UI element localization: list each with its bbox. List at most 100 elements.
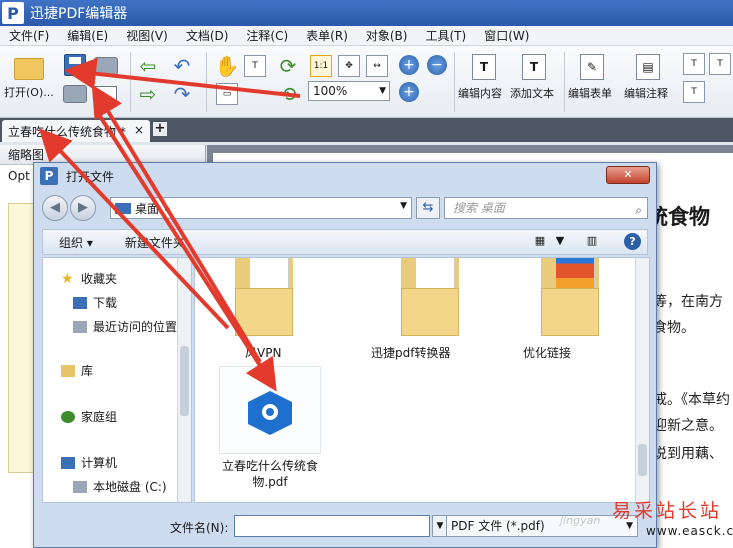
menu-edit[interactable]: 编辑(E) (58, 27, 117, 44)
view-options-icon[interactable]: ▦ (531, 234, 549, 250)
print-small-button[interactable] (62, 82, 88, 106)
refresh-button[interactable]: ⇆ (416, 197, 440, 219)
menu-document[interactable]: 文档(D) (177, 27, 238, 44)
snapshot-button[interactable]: ▭ (214, 82, 240, 106)
print-button[interactable] (92, 54, 120, 78)
arrow-right-icon: ▶ (78, 200, 88, 215)
select-tool-button[interactable]: T (242, 54, 268, 78)
edit-form-label[interactable]: 编辑表单 (568, 85, 612, 101)
edit-content-label[interactable]: 编辑内容 (458, 85, 502, 101)
zoom-in-button[interactable]: + (398, 54, 420, 76)
rotate-ccw-button[interactable]: ⟲ (276, 82, 300, 106)
fit-page-button[interactable]: ✥ (336, 54, 362, 78)
menu-view[interactable]: 视图(V) (117, 27, 177, 44)
folder-optimize[interactable] (535, 258, 607, 340)
menu-window[interactable]: 窗口(W) (475, 27, 538, 44)
folder-label[interactable]: 风VPN (245, 344, 281, 361)
filename-input[interactable] (234, 515, 430, 537)
fit-width-button[interactable]: ↔ (364, 54, 390, 78)
edit-annotation-button[interactable]: ▤ (634, 52, 662, 82)
add-text-button[interactable]: T (520, 52, 548, 82)
new-tab-button[interactable]: + (153, 122, 167, 136)
scrollbar-thumb[interactable] (180, 346, 189, 416)
folder-label[interactable]: 优化链接 (523, 344, 571, 361)
actual-size-button[interactable]: 1:1 (308, 54, 334, 78)
text-tool-button[interactable]: T (708, 52, 732, 76)
fit-width-icon: ↔ (366, 55, 388, 77)
text-box-icon: T (683, 53, 705, 75)
menu-tools[interactable]: 工具(T) (416, 27, 475, 44)
zoom-add-button[interactable]: + (398, 81, 420, 103)
document-tab-title: 立春吃什么传统食物 * (8, 124, 126, 139)
actual-size-icon: 1:1 (310, 55, 332, 77)
search-input[interactable]: 搜索 桌面 ⌕ (444, 197, 648, 219)
chevron-down-icon[interactable]: ▼ (400, 201, 407, 211)
menu-file[interactable]: 文件(F) (0, 27, 58, 44)
nav-forward-button[interactable]: ▶ (70, 195, 96, 221)
pdf-file-name[interactable]: 立春吃什么传统食 物.pdf (207, 458, 333, 490)
fit-page-icon: ✥ (338, 55, 360, 77)
save-icon (64, 54, 86, 76)
folder-vpn[interactable] (229, 258, 301, 340)
nav-local-disk[interactable]: 本地磁盘 (C:) (73, 478, 167, 495)
library-icon (61, 364, 75, 377)
pdf-file-item[interactable] (219, 366, 321, 454)
back-button[interactable]: ⇦ (136, 54, 160, 78)
nav-back-button[interactable]: ◀ (42, 195, 68, 221)
download-icon (73, 296, 87, 309)
folder-front (401, 288, 459, 336)
open-file-dialog: P 打开文件 ✕ ◀ ▶ 桌面 ▸ ▼ ⇆ 搜索 桌面 ⌕ 组织 ▾ 新建文件夹… (33, 162, 657, 548)
callout-button[interactable]: T (682, 80, 706, 104)
zoom-out-button[interactable]: − (426, 54, 448, 76)
edit-content-button[interactable]: T (470, 52, 498, 82)
filename-label: 文件名(N): (170, 521, 229, 535)
nav-pane-scrollbar[interactable] (177, 258, 191, 502)
document-line: 说到用藕、 (653, 446, 723, 462)
nav-recent[interactable]: 最近访问的位置 (73, 318, 177, 335)
folder-xunjie[interactable] (395, 258, 467, 340)
email-button[interactable] (92, 82, 120, 106)
nav-homegroup[interactable]: 家庭组 (61, 408, 117, 425)
organize-button[interactable]: 组织 ▾ (43, 234, 109, 251)
edit-annotation-label[interactable]: 编辑注释 (624, 85, 668, 101)
help-icon[interactable]: ? (624, 233, 641, 250)
new-folder-button[interactable]: 新建文件夹 (109, 234, 201, 251)
nav-favorites[interactable]: ★ 收藏夹 (61, 270, 117, 287)
star-icon: ★ (61, 270, 74, 287)
breadcrumb-arrow-icon[interactable]: ▸ (165, 203, 170, 214)
plus-circle-icon: + (399, 82, 419, 102)
menu-annotation[interactable]: 注释(C) (237, 27, 297, 44)
recent-places-icon (73, 320, 87, 333)
menu-object[interactable]: 对象(B) (357, 27, 417, 44)
menu-form[interactable]: 表单(R) (297, 27, 357, 44)
dialog-close-button[interactable]: ✕ (606, 166, 650, 184)
document-tab[interactable]: 立春吃什么传统食物 * × (2, 120, 150, 142)
nav-downloads[interactable]: 下载 (73, 294, 117, 311)
title-bar: P 迅捷PDF编辑器 (0, 0, 733, 26)
folder-label[interactable]: 迅捷pdf转换器 (371, 344, 450, 361)
filetype-select[interactable]: PDF 文件 (*.pdf) ▼ (446, 515, 638, 537)
preview-pane-icon[interactable]: ▥ (583, 234, 601, 250)
nav-libraries[interactable]: 库 (61, 362, 93, 379)
forward-button[interactable]: ⇨ (136, 82, 160, 106)
rotate-cw-button[interactable]: ⟳ (276, 54, 300, 78)
scrollbar-thumb[interactable] (638, 444, 647, 476)
undo-button[interactable]: ↶ (168, 54, 196, 78)
chevron-down-icon[interactable]: ▼ (551, 234, 569, 250)
redo-button[interactable]: ↷ (168, 82, 196, 106)
pdf-logo-ring (262, 404, 278, 420)
save-button[interactable] (62, 52, 88, 78)
hand-tool-button[interactable]: ✋ (214, 54, 240, 78)
open-label[interactable]: 打开(O)... (4, 84, 54, 100)
address-bar[interactable]: 桌面 ▸ ▼ (110, 197, 412, 219)
text-tool-icon: T (709, 53, 731, 75)
zoom-select[interactable]: 100% ▼ (308, 81, 390, 101)
edit-form-button[interactable]: ✎ (578, 52, 606, 82)
file-list-scrollbar[interactable] (635, 258, 649, 502)
nav-computer[interactable]: 计算机 (61, 454, 117, 471)
open-button[interactable] (12, 56, 46, 82)
close-icon[interactable]: × (134, 123, 144, 137)
watermark-site-name: 易采站长站 (612, 500, 723, 522)
add-text-label[interactable]: 添加文本 (510, 85, 554, 101)
text-box-button[interactable]: T (682, 52, 706, 76)
